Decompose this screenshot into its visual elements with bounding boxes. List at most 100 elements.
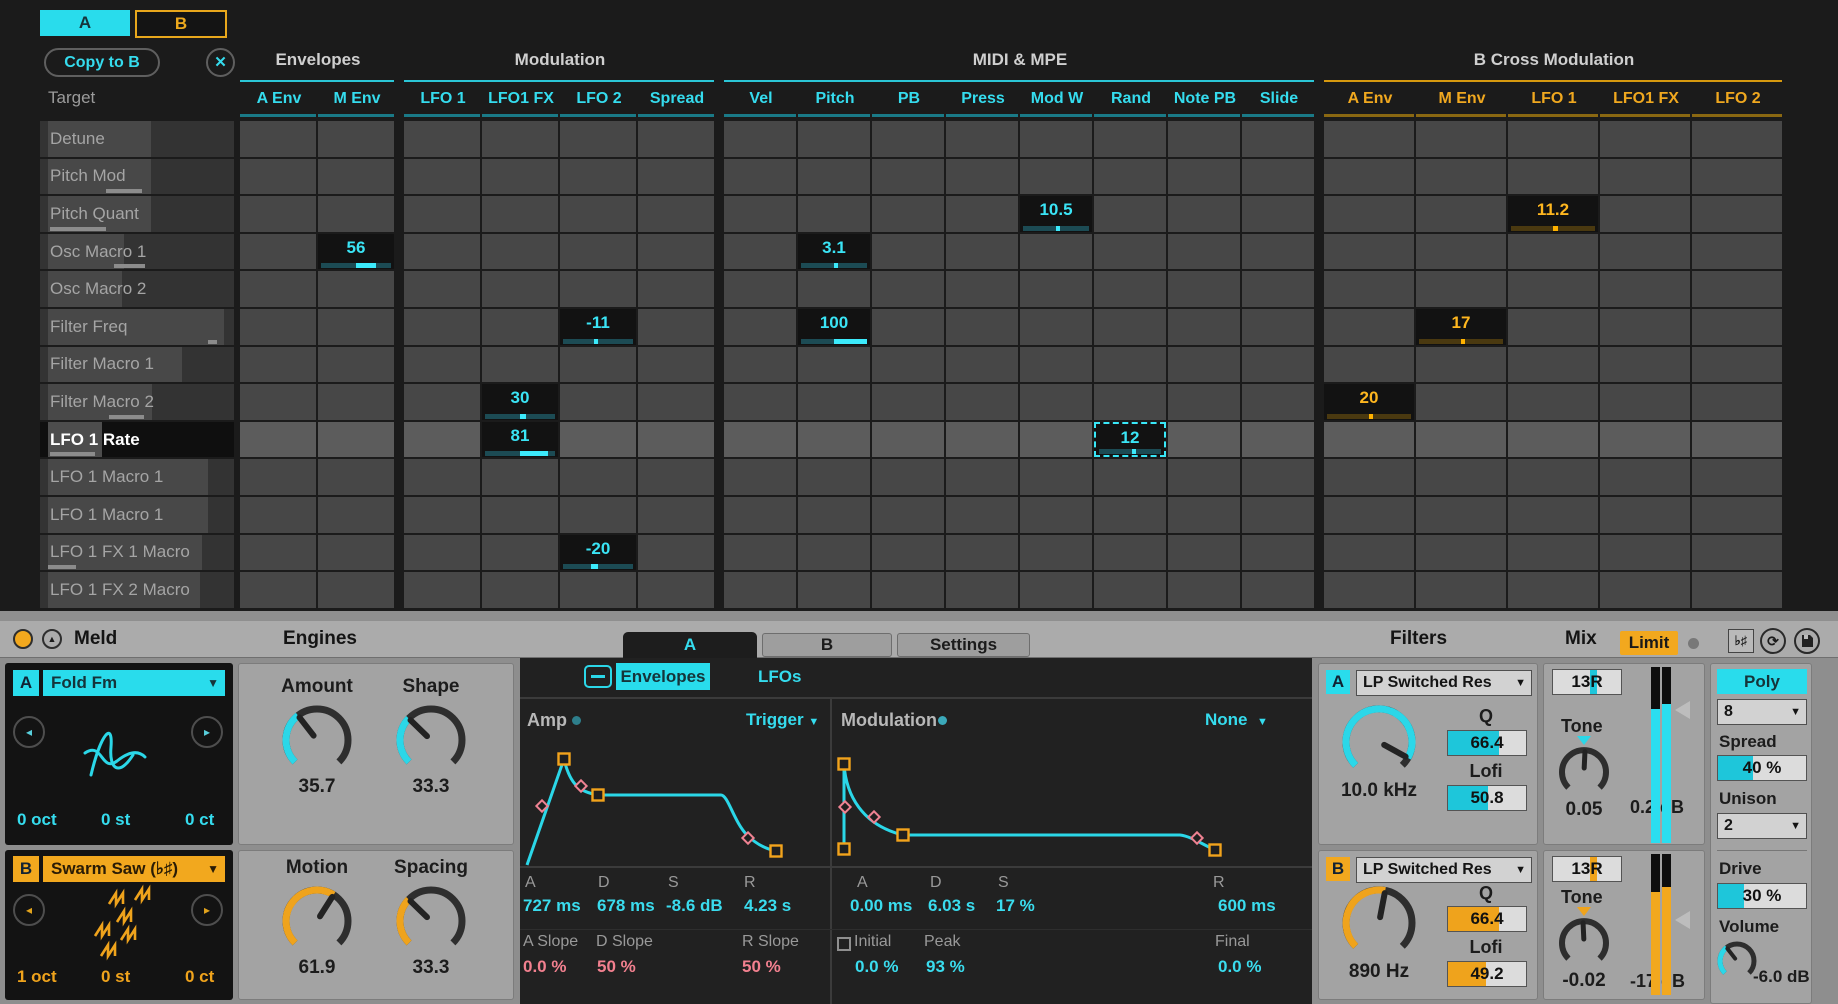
matrix-cell[interactable] [404, 535, 480, 571]
matrix-cell[interactable] [318, 309, 394, 345]
matrix-cell[interactable] [798, 159, 870, 195]
matrix-row-label[interactable]: Filter Freq [40, 309, 234, 345]
matrix-cell[interactable] [1508, 384, 1598, 420]
matrix-cell[interactable] [946, 159, 1018, 195]
matrix-cell[interactable] [482, 572, 558, 608]
knob-value[interactable]: 0.05 [1550, 799, 1618, 821]
matrix-cell[interactable] [1416, 535, 1506, 571]
matrix-cell[interactable] [1416, 384, 1506, 420]
matrix-cell[interactable] [318, 422, 394, 458]
matrix-cell[interactable] [724, 121, 796, 157]
matrix-cell[interactable] [1692, 309, 1782, 345]
tab-lfos[interactable]: LFOs [758, 667, 801, 687]
matrix-cell[interactable] [1324, 347, 1414, 383]
matrix-cell[interactable] [318, 121, 394, 157]
matrix-cell[interactable] [1416, 459, 1506, 495]
matrix-cell[interactable] [1416, 121, 1506, 157]
matrix-column-header[interactable]: LFO 2 [1692, 90, 1784, 112]
matrix-cell[interactable] [1094, 309, 1166, 345]
matrix-cell[interactable] [240, 309, 316, 345]
matrix-cell[interactable] [798, 121, 870, 157]
matrix-cell[interactable] [560, 422, 636, 458]
amp-sustain-value[interactable]: -8.6 dB [666, 896, 723, 916]
matrix-cell[interactable] [1168, 121, 1240, 157]
tab-a[interactable]: A [623, 632, 757, 658]
matrix-cell[interactable] [724, 271, 796, 307]
scale-flat-sharp-icon[interactable]: ♭♯ [1728, 629, 1754, 653]
matrix-cell[interactable] [872, 121, 944, 157]
knob-value[interactable]: 890 Hz [1331, 961, 1427, 983]
matrix-cell[interactable] [560, 271, 636, 307]
matrix-cell[interactable] [946, 121, 1018, 157]
matrix-cell[interactable] [1020, 347, 1092, 383]
matrix-cell[interactable] [872, 271, 944, 307]
matrix-column-header[interactable]: LFO 2 [560, 90, 638, 112]
matrix-cell[interactable] [1600, 234, 1690, 270]
matrix-cell[interactable] [318, 497, 394, 533]
matrix-cell[interactable] [560, 121, 636, 157]
matrix-cell[interactable] [946, 234, 1018, 270]
copy-to-b-button[interactable]: Copy to B [44, 48, 160, 77]
drive-slider[interactable]: 30 % [1717, 883, 1807, 909]
matrix-column-header[interactable]: Note PB [1168, 90, 1242, 112]
matrix-cell[interactable] [240, 572, 316, 608]
matrix-cell[interactable] [318, 384, 394, 420]
matrix-cell[interactable] [724, 234, 796, 270]
matrix-cell[interactable] [1600, 572, 1690, 608]
matrix-cell[interactable] [1168, 271, 1240, 307]
matrix-cell[interactable] [482, 196, 558, 232]
matrix-cell[interactable] [638, 384, 714, 420]
mod-final-value[interactable]: 0.0 % [1218, 957, 1261, 977]
matrix-cell[interactable]: 17 [1416, 309, 1506, 345]
matrix-row-label[interactable]: Pitch Mod [40, 159, 234, 195]
matrix-row-label[interactable]: Detune [40, 121, 234, 157]
knob-dial[interactable] [395, 704, 467, 776]
matrix-cell[interactable] [1508, 459, 1598, 495]
knob-value[interactable]: 33.3 [383, 957, 479, 979]
matrix-cell[interactable] [1692, 535, 1782, 571]
matrix-cell[interactable] [724, 196, 796, 232]
matrix-cell[interactable] [1094, 196, 1166, 232]
matrix-cell[interactable] [404, 384, 480, 420]
matrix-cell[interactable] [1168, 572, 1240, 608]
matrix-cell[interactable] [1242, 121, 1314, 157]
matrix-cell[interactable] [946, 572, 1018, 608]
amp-r-slope-value[interactable]: 50 % [742, 957, 781, 977]
matrix-cell[interactable] [1242, 347, 1314, 383]
knob-dial[interactable] [1341, 704, 1417, 780]
matrix-cell[interactable] [798, 497, 870, 533]
filter-b-type-dropdown[interactable]: LP Switched Res ▼ [1356, 857, 1532, 883]
matrix-cell[interactable]: 56 [318, 234, 394, 270]
matrix-cell[interactable] [404, 572, 480, 608]
knob-value[interactable]: 33.3 [383, 776, 479, 798]
matrix-cell[interactable] [1324, 459, 1414, 495]
engine-b-next-button[interactable]: ▸ [191, 894, 223, 926]
matrix-cell[interactable] [1324, 572, 1414, 608]
matrix-column-header[interactable]: A Env [1324, 90, 1416, 112]
matrix-cell[interactable] [1416, 572, 1506, 608]
matrix-cell[interactable] [1600, 422, 1690, 458]
matrix-cell[interactable] [638, 572, 714, 608]
matrix-cell[interactable] [318, 159, 394, 195]
matrix-cell[interactable] [1094, 234, 1166, 270]
matrix-column-header[interactable]: M Env [1416, 90, 1508, 112]
matrix-cell[interactable] [404, 271, 480, 307]
matrix-cell[interactable] [240, 347, 316, 383]
matrix-cell[interactable] [798, 459, 870, 495]
matrix-cell[interactable] [1020, 459, 1092, 495]
mod-initial-value[interactable]: 0.0 % [855, 957, 898, 977]
filter-b-lofi-slider[interactable]: 49.2 [1447, 961, 1527, 987]
matrix-cell[interactable] [1020, 271, 1092, 307]
tab-b[interactable]: B [762, 633, 892, 657]
matrix-column-header[interactable]: PB [872, 90, 946, 112]
mix-a-tone-knob[interactable]: 0.05 [1550, 736, 1618, 821]
matrix-cell[interactable]: 30 [482, 384, 558, 420]
matrix-cell[interactable] [872, 384, 944, 420]
engine-b-semitone[interactable]: 0 st [101, 967, 130, 987]
matrix-tab-a[interactable]: A [40, 10, 130, 36]
matrix-cell[interactable] [1094, 271, 1166, 307]
save-icon[interactable] [1794, 628, 1820, 654]
spacing-knob[interactable]: Spacing33.3 [383, 857, 479, 979]
matrix-cell[interactable] [946, 309, 1018, 345]
link-icon[interactable] [584, 665, 612, 688]
